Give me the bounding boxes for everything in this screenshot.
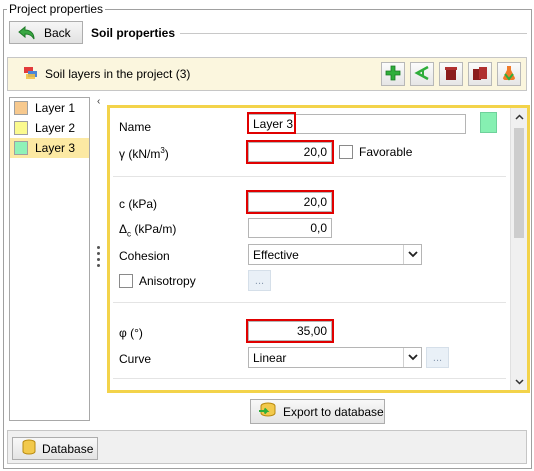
layer-color-swatch	[14, 141, 28, 155]
title-divider	[180, 33, 527, 34]
layer-item-1[interactable]: Layer 1	[10, 98, 89, 118]
scroll-up-icon[interactable]	[511, 108, 527, 125]
page-title: Soil properties	[91, 26, 176, 40]
layer-color-swatch	[14, 101, 28, 115]
plus-icon	[385, 65, 401, 84]
cohesion-select[interactable]: Effective	[248, 244, 422, 265]
name-highlight	[247, 112, 296, 134]
layer-properties-panel: Name Layer 3 γ (kN/m3) 20,0 Favorable c …	[107, 105, 530, 393]
layer-item-label: Layer 3	[35, 141, 76, 155]
splitter-handle[interactable]	[97, 246, 101, 267]
delta-c-field[interactable]: 0,0	[248, 218, 332, 238]
scroll-down-icon[interactable]	[511, 373, 527, 390]
import-layer-button[interactable]	[497, 62, 521, 86]
anisotropy-settings-button[interactable]: ...	[248, 270, 271, 291]
delete-layer-button[interactable]	[439, 62, 463, 86]
export-label: Export to database	[283, 404, 384, 419]
chevron-down-icon[interactable]	[403, 348, 421, 367]
phi-label: φ (°)	[119, 326, 143, 340]
soil-layers-icon	[23, 65, 39, 84]
phi-highlight	[246, 319, 334, 343]
trash-multiple-icon	[472, 65, 488, 84]
delete-all-layers-button[interactable]	[468, 62, 492, 86]
curve-value: Linear	[253, 350, 287, 365]
layer-item-label: Layer 1	[35, 101, 76, 115]
favorable-label: Favorable	[359, 145, 413, 159]
anisotropy-checkbox[interactable]	[119, 274, 133, 288]
insert-layer-button[interactable]	[410, 62, 434, 86]
scrollbar-thumb[interactable]	[514, 128, 524, 238]
gamma-label: γ (kN/m3)	[119, 146, 169, 161]
database-button[interactable]: Database	[12, 437, 98, 460]
curve-settings-button[interactable]: ...	[426, 347, 449, 368]
soil-layers-count-label: Soil layers in the project (3)	[45, 67, 191, 81]
favorable-checkbox[interactable]	[339, 145, 353, 159]
layer-list[interactable]: Layer 1 Layer 2 Layer 3	[9, 97, 90, 421]
layer-item-3[interactable]: Layer 3	[10, 138, 89, 158]
layer-color-picker[interactable]	[480, 112, 497, 133]
properties-scrollbar[interactable]	[510, 108, 527, 390]
chevron-down-icon[interactable]	[403, 245, 421, 264]
back-button-label: Back	[44, 25, 71, 40]
database-icon	[22, 439, 36, 458]
c-label: c (kPa)	[119, 197, 158, 211]
soil-layers-toolbar: Soil layers in the project (3)	[7, 57, 527, 91]
back-arrow-icon	[18, 25, 36, 40]
database-label: Database	[42, 441, 94, 456]
section-divider	[113, 176, 506, 177]
trash-icon	[443, 65, 459, 84]
back-button[interactable]: Back	[9, 21, 83, 44]
group-title: Project properties	[7, 2, 106, 16]
name-label: Name	[119, 120, 152, 134]
layer-item-label: Layer 2	[35, 121, 76, 135]
anisotropy-label: Anisotropy	[139, 274, 196, 288]
section-divider	[113, 378, 506, 379]
c-highlight	[246, 190, 334, 214]
delta-c-label: Δc (kPa/m)	[119, 222, 177, 239]
section-divider	[113, 302, 506, 303]
flask-import-icon	[501, 65, 517, 84]
layer-item-2[interactable]: Layer 2	[10, 118, 89, 138]
bottom-bar: Database	[7, 430, 527, 464]
insert-arrow-icon	[414, 65, 430, 84]
collapse-chevron-icon[interactable]: ‹	[97, 96, 100, 107]
gamma-highlight	[246, 140, 334, 164]
curve-label: Curve	[119, 352, 152, 366]
cohesion-value: Effective	[253, 247, 299, 262]
curve-select[interactable]: Linear	[248, 347, 422, 368]
layer-color-swatch	[14, 121, 28, 135]
add-layer-button[interactable]	[381, 62, 405, 86]
export-to-database-button[interactable]: Export to database	[250, 399, 385, 424]
cohesion-label: Cohesion	[119, 249, 170, 263]
database-export-icon	[258, 402, 278, 421]
